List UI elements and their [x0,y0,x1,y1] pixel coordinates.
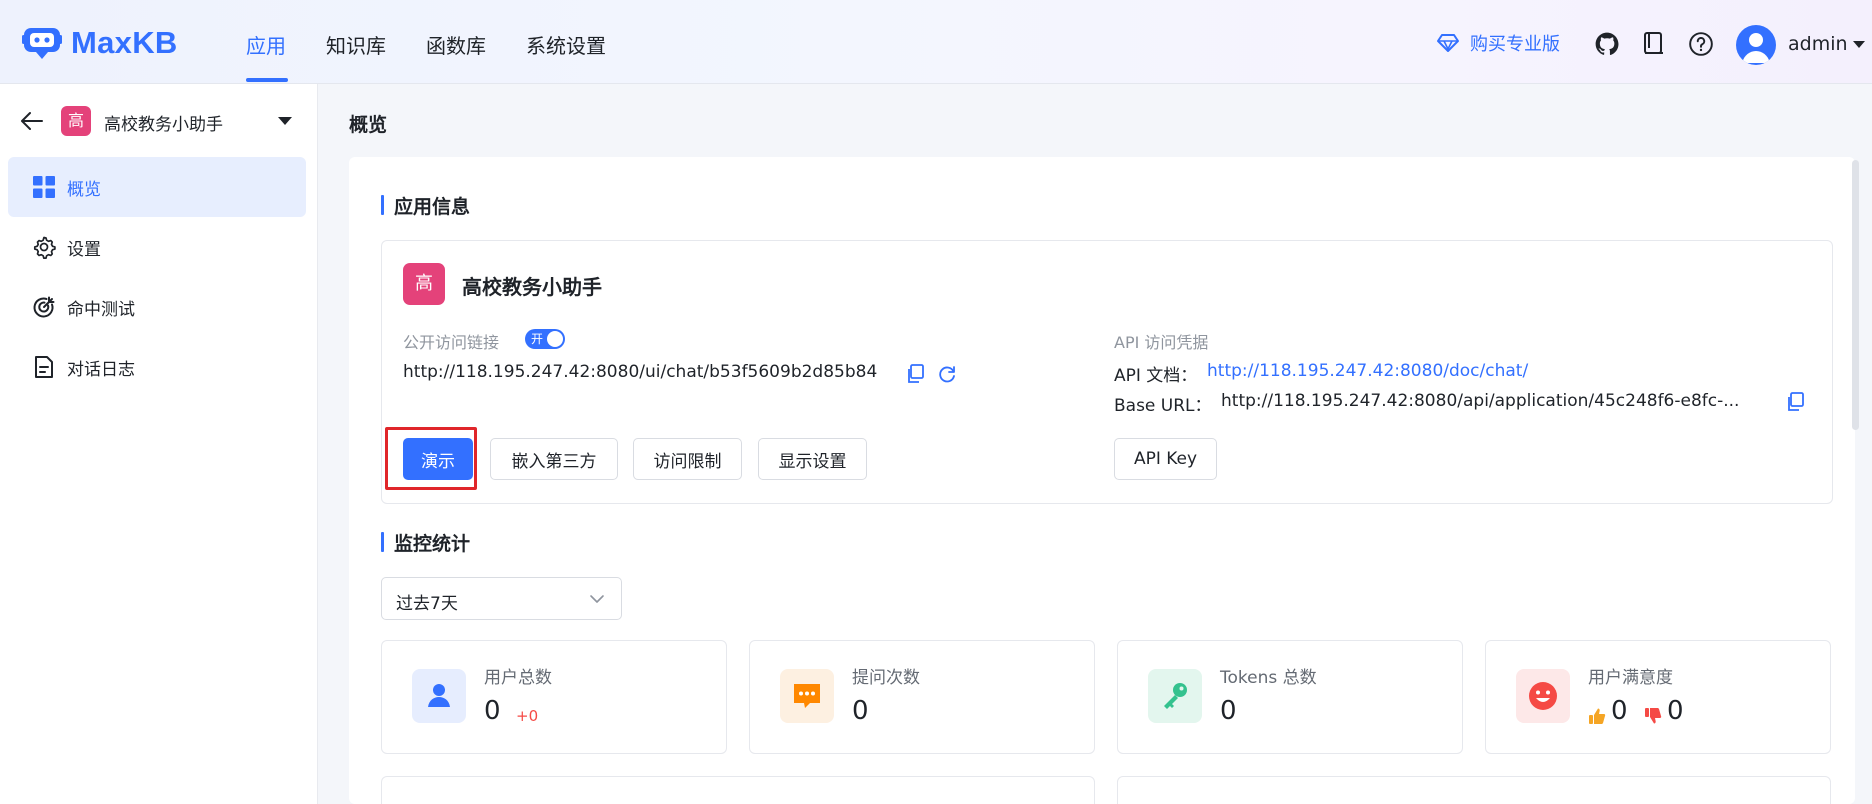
base-url-label: Base URL： [1114,396,1212,416]
sidebar-item-settings[interactable]: 设置 [8,217,306,277]
embed-button[interactable]: 嵌入第三方 [490,438,618,480]
github-icon[interactable] [1594,31,1620,57]
public-link-label: 公开访问链接 [403,333,500,352]
diamond-icon [1437,34,1459,52]
user-icon [412,669,466,723]
chart-card [381,776,1095,804]
base-url[interactable]: http://118.195.247.42:8080/api/applicati… [1221,391,1739,411]
display-settings-button[interactable]: 显示设置 [758,438,867,480]
buy-pro-button[interactable]: 购买专业版 [1436,30,1560,56]
api-doc-label: API 文档： [1114,366,1198,386]
gear-icon [33,236,56,259]
stat-label: 用户总数 [484,668,552,688]
target-icon [33,296,55,318]
stat-card-tokens: Tokens 总数 0 [1117,640,1463,754]
caret-down-icon[interactable] [278,117,292,125]
nav-tab-knowledge[interactable]: 知识库 [326,30,386,59]
chat-icon [780,669,834,723]
avatar[interactable] [1736,25,1776,65]
copy-icon[interactable] [1786,392,1804,412]
logo[interactable]: MaxKB [22,24,178,62]
grid-icon [33,176,55,198]
section-title-app-info: 应用信息 [381,192,470,219]
buy-pro-label: 购买专业版 [1470,34,1560,55]
sidebar-item-label: 命中测试 [67,300,135,320]
back-arrow-icon[interactable] [20,110,44,132]
stat-value: 0 [1220,696,1237,726]
nav-active-indicator [246,78,288,82]
user-name[interactable]: admin [1788,33,1848,55]
stat-like-value: 0 [1611,696,1628,726]
app-badge: 高 [61,106,91,136]
stat-value: 0 [484,696,501,726]
public-url[interactable]: http://118.195.247.42:8080/ui/chat/b53f5… [403,362,877,382]
stat-label: 提问次数 [852,668,920,688]
app-switcher-name[interactable]: 高校教务小助手 [104,110,223,135]
stat-card-users: 用户总数 0 +0 [381,640,727,754]
nav-tab-system-settings[interactable]: 系统设置 [526,30,606,59]
docs-icon[interactable] [1642,31,1666,57]
smile-icon [1516,669,1570,723]
user-avatar-icon [1742,33,1770,63]
chart-card [1117,776,1831,804]
nav-tab-functions[interactable]: 函数库 [426,30,486,59]
api-credentials-label: API 访问凭据 [1114,333,1209,352]
sidebar-item-overview[interactable]: 概览 [8,157,306,217]
sidebar-item-chat-logs[interactable]: 对话日志 [8,337,306,397]
stat-card-questions: 提问次数 0 [749,640,1095,754]
copy-icon[interactable] [906,364,924,384]
page-title: 概览 [349,114,388,136]
select-value: 过去7天 [396,594,458,614]
robot-logo-icon [22,28,62,59]
api-doc-link[interactable]: http://118.195.247.42:8080/doc/chat/ [1207,361,1528,381]
time-range-select[interactable]: 过去7天 [381,577,622,620]
api-key-button[interactable]: API Key [1114,438,1217,480]
section-title-monitor: 监控统计 [381,529,470,556]
document-icon [35,356,53,378]
public-link-toggle[interactable]: 开 [525,329,565,349]
help-icon[interactable] [1688,31,1714,57]
sidebar-item-label: 设置 [67,240,101,260]
stat-delta: +0 [516,707,539,725]
refresh-icon[interactable] [937,364,957,384]
highlight-box [385,427,477,490]
app-name: 高校教务小助手 [462,275,602,299]
sidebar-item-hit-test[interactable]: 命中测试 [8,277,306,337]
stat-card-satisfaction: 用户满意度 0 0 [1485,640,1831,754]
key-icon [1148,669,1202,723]
nav-tab-apps[interactable]: 应用 [246,30,286,59]
stat-dislike-value: 0 [1667,696,1684,726]
app-badge: 高 [403,263,445,305]
logo-text: MaxKB [71,25,178,60]
thumbs-up-icon [1589,708,1606,724]
sidebar-item-label: 对话日志 [67,360,135,380]
chevron-down-icon [590,595,604,603]
stat-label: 用户满意度 [1588,668,1673,688]
stat-label: Tokens 总数 [1220,668,1317,688]
thumbs-down-icon [1645,708,1662,724]
stat-value: 0 [852,696,869,726]
toggle-label: 开 [531,332,544,346]
toggle-knob [547,331,563,347]
scrollbar[interactable] [1852,160,1859,430]
sidebar-item-label: 概览 [67,180,101,200]
access-limit-button[interactable]: 访问限制 [633,438,742,480]
caret-down-icon[interactable] [1853,41,1865,48]
